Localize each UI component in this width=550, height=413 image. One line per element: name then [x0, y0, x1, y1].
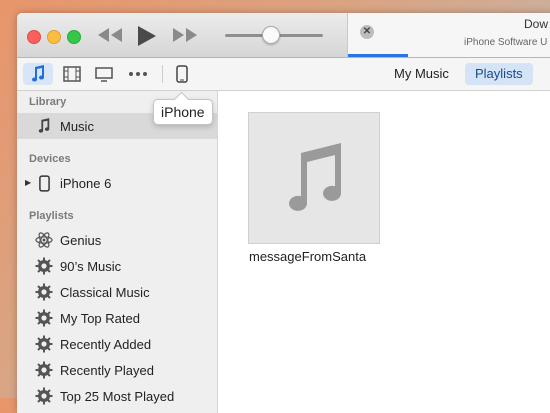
media-toolbar: My Music Playlists M [17, 58, 550, 91]
rewind-icon [98, 28, 122, 42]
playlists-header: Playlists [29, 210, 74, 222]
gear-icon [35, 361, 53, 379]
film-icon [63, 66, 81, 82]
sidebar-item-genius[interactable]: Genius [17, 227, 217, 253]
sidebar-item-label: iPhone 6 [60, 175, 112, 191]
play-icon [138, 26, 156, 46]
fast-forward-button[interactable] [170, 25, 200, 50]
sidebar-item-label: Recently Played [60, 362, 154, 378]
rewind-button[interactable] [95, 25, 125, 50]
sidebar-item-label: 90’s Music [60, 258, 122, 274]
gear-icon [35, 387, 53, 405]
iphone-icon [176, 65, 188, 83]
play-button[interactable] [135, 25, 159, 52]
music-note-icon [35, 117, 53, 135]
library-header: Library [29, 96, 67, 108]
volume-slider-knob[interactable] [262, 26, 280, 44]
album-artwork[interactable] [248, 112, 380, 244]
status-display: ✕ Dow iPhone Software U [347, 13, 550, 57]
toolbar-separator [162, 65, 163, 83]
gear-icon [35, 309, 53, 327]
music-note-icon [289, 143, 342, 211]
genius-icon [35, 231, 53, 249]
sidebar-item-my-top-rated[interactable]: My Top Rated [17, 305, 217, 331]
main-content: messageFromSanta [218, 91, 550, 413]
gear-icon [35, 335, 53, 353]
tv-icon [95, 66, 113, 82]
fast-forward-icon [173, 28, 197, 42]
sidebar-item-label: Music [60, 118, 94, 134]
sidebar-item-label: Recently Added [60, 336, 152, 352]
sidebar-item-iphone-6[interactable]: ▶ iPhone 6 [17, 170, 217, 196]
more-icon [129, 72, 147, 76]
movies-media-button[interactable] [57, 63, 87, 85]
music-media-button[interactable] [23, 63, 53, 85]
disclosure-triangle-icon[interactable]: ▶ [25, 178, 31, 187]
album-title[interactable]: messageFromSanta [249, 249, 366, 264]
status-title: Dow [524, 17, 549, 31]
gear-icon [35, 283, 53, 301]
iphone-device-button[interactable] [167, 63, 197, 85]
sidebar-item-recently-added[interactable]: Recently Added [17, 331, 217, 357]
sidebar-item-classical-music[interactable]: Classical Music [17, 279, 217, 305]
status-subtitle: iPhone Software U [464, 37, 548, 48]
sidebar-item-label: Genius [60, 232, 102, 248]
more-media-button[interactable] [123, 63, 153, 85]
zoom-window-button[interactable] [67, 30, 81, 44]
itunes-window: ✕ Dow iPhone Software U My Music Playlis… [17, 13, 550, 413]
minimize-window-button[interactable] [47, 30, 61, 44]
sidebar-item-recently-played[interactable]: Recently Played [17, 357, 217, 383]
sidebar-item-label: Classical Music [60, 284, 150, 300]
close-window-button[interactable] [27, 30, 41, 44]
download-progress-bar [348, 54, 408, 57]
tab-my-music[interactable]: My Music [384, 63, 459, 85]
sidebar-item-90s-music[interactable]: 90’s Music [17, 253, 217, 279]
sidebar-item-label: Top 25 Most Played [60, 388, 175, 404]
tab-more[interactable]: M [540, 63, 550, 85]
title-bar: ✕ Dow iPhone Software U [17, 13, 550, 58]
gear-icon [35, 257, 53, 275]
devices-header: Devices [29, 153, 71, 165]
music-note-icon [32, 65, 45, 82]
tv-shows-media-button[interactable] [89, 63, 119, 85]
sidebar-item-label: My Top Rated [60, 310, 140, 326]
iphone-icon [35, 174, 53, 192]
sidebar: Library Music Devices ▶ iPhone 6 Playlis… [17, 91, 218, 413]
cancel-download-button[interactable]: ✕ [360, 25, 374, 39]
iphone-tooltip: iPhone [153, 99, 213, 125]
sidebar-item-top-25-most-played[interactable]: Top 25 Most Played [17, 383, 217, 409]
tab-playlists[interactable]: Playlists [465, 63, 533, 85]
